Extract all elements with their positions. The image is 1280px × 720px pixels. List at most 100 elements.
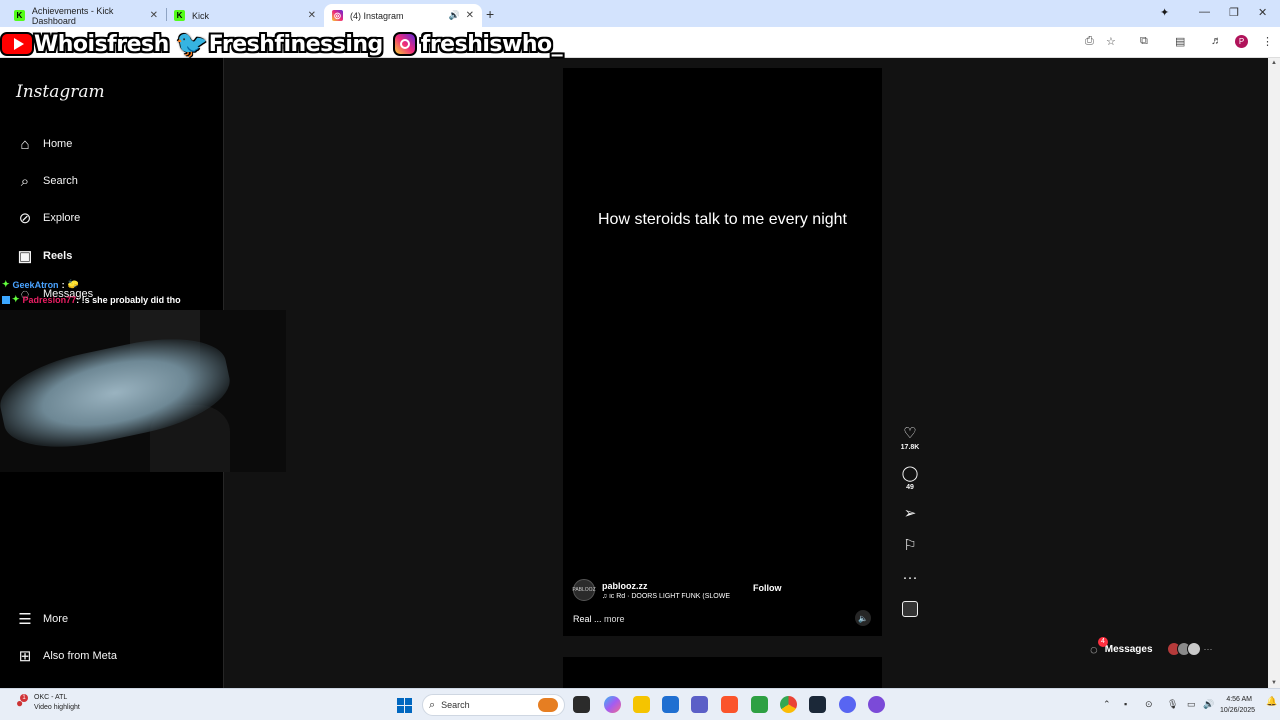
gemini-icon[interactable]: ✦ <box>1160 6 1169 19</box>
reel-video[interactable]: How steroids talk to me every night PABL… <box>563 68 882 636</box>
close-tab-icon[interactable]: ✕ <box>150 10 158 21</box>
microsoft-store-icon[interactable] <box>662 696 679 713</box>
browser-tab-bar: K Achievements - Kick Dashboard ✕ K Kick… <box>0 0 1280 27</box>
stream-social-banner: Whoisfresh 🐦 Freshfinessing freshiswho_ <box>0 29 564 59</box>
taskbar-search[interactable]: ⌕ Search <box>422 694 565 716</box>
instagram-logo[interactable]: Instagram <box>16 82 105 102</box>
widgets-button[interactable]: ● 1 OKC - ATL Video highlight <box>16 693 80 713</box>
tab-instagram[interactable]: ◎ (4) Instagram 🔊 ✕ <box>324 4 482 27</box>
bookmark-star-icon[interactable]: ☆ <box>1106 35 1116 48</box>
new-tab-button[interactable]: + <box>486 6 494 22</box>
home-icon: ⌂ <box>20 135 30 153</box>
nav-explore[interactable]: ⊘ Explore <box>16 206 81 230</box>
chat-separator: : <box>61 279 65 290</box>
messages-label: Messages <box>1104 643 1153 655</box>
tab-kick-dashboard[interactable]: K Achievements - Kick Dashboard ✕ <box>6 4 166 27</box>
profile-avatar[interactable]: P <box>1235 35 1248 48</box>
next-reel-video[interactable] <box>563 657 882 688</box>
audio-thumbnail[interactable] <box>902 601 918 617</box>
page-scrollbar[interactable]: ▲ ▼ <box>1268 58 1280 688</box>
comment-icon[interactable]: ◯ <box>902 465 919 483</box>
install-app-icon[interactable]: ⎙ <box>1085 35 1094 48</box>
taskbar-search-label: Search <box>441 700 470 710</box>
badge-icon <box>2 295 10 304</box>
messages-widget[interactable]: ◌ 4 Messages ··· <box>1090 636 1240 662</box>
save-bookmark-icon[interactable]: ⚐ <box>903 537 916 555</box>
start-button[interactable] <box>397 698 412 713</box>
nav-also-from-meta[interactable]: ⊞ Also from Meta <box>16 644 117 668</box>
nav-more-label: More <box>43 613 69 625</box>
tray-app-icon[interactable]: ▪ <box>1124 699 1127 709</box>
tab-title: Achievements - Kick Dashboard <box>31 5 114 26</box>
instagram-icon: ◎ <box>332 10 343 21</box>
display-icon[interactable]: ▭ <box>1187 699 1196 710</box>
tab-title: Kick <box>192 10 210 21</box>
contact-avatar <box>1186 642 1201 656</box>
follow-button[interactable]: Follow <box>753 583 782 593</box>
close-window-icon[interactable]: ✕ <box>1258 6 1267 19</box>
tray-overflow-icon[interactable]: ⌃ <box>1103 699 1111 710</box>
comment-count: 49 <box>906 484 914 491</box>
kick-icon: K <box>174 10 185 21</box>
tray-network-app-icon[interactable]: ⊙ <box>1145 699 1153 710</box>
chat-message: ✦ GeekAtron : 🧽 <box>2 279 181 290</box>
windows-taskbar: ● 1 OKC - ATL Video highlight ⌕ Search ⌃… <box>0 688 1280 720</box>
media-controls-icon[interactable]: ♬ <box>1211 35 1222 47</box>
streamer-webcam <box>0 310 286 472</box>
reel-audio[interactable]: ♫ ic Rd · DOORS LIGHT FUNK (SLOWE <box>602 593 736 600</box>
reels-icon: ▣ <box>17 248 33 265</box>
extensions-icon[interactable]: ⧉ <box>1140 35 1148 48</box>
close-tab-icon[interactable]: ✕ <box>466 10 474 21</box>
nav-search[interactable]: ⌕ Search <box>16 169 78 193</box>
like-heart-icon[interactable]: ♡ <box>903 425 916 443</box>
copilot-icon[interactable] <box>604 696 621 713</box>
task-view-icon[interactable] <box>573 696 590 713</box>
nav-reels[interactable]: ▣ Reels <box>16 244 72 268</box>
system-clock[interactable]: 4:56 AM 10/26/2025 <box>1220 694 1256 716</box>
tab-kick[interactable]: K Kick ✕ <box>166 4 324 27</box>
author-avatar[interactable]: PABLOOZ <box>572 579 596 601</box>
badge-icon: ✦ <box>2 279 10 289</box>
messenger-icon: ◌ 4 <box>1090 636 1108 657</box>
volume-icon[interactable]: 🔈 <box>855 610 871 626</box>
file-explorer-icon[interactable] <box>633 696 650 713</box>
nav-meta-label: Also from Meta <box>43 650 117 662</box>
obs-app-icon[interactable] <box>868 696 885 713</box>
chrome-icon[interactable] <box>780 696 797 713</box>
like-count: 17.8K <box>900 444 920 451</box>
compass-icon: ⊘ <box>18 210 32 227</box>
nav-reels-label: Reels <box>43 250 73 262</box>
instagram-icon <box>392 32 417 56</box>
nav-explore-label: Explore <box>43 212 81 224</box>
maximize-icon[interactable]: ❐ <box>1229 6 1239 19</box>
sidebar-icon[interactable]: ▤ <box>1175 35 1185 48</box>
teams-icon[interactable] <box>691 696 708 713</box>
kick-app-icon[interactable] <box>751 696 768 713</box>
more-menu-icon[interactable]: ⋮ <box>1262 35 1273 48</box>
author-username[interactable]: pablooz.zz <box>602 581 736 591</box>
reel-caption-text: How steroids talk to me every night <box>598 211 847 228</box>
more-options-icon[interactable]: ··· <box>903 569 918 587</box>
nav-more[interactable]: ☰ More <box>16 607 68 631</box>
close-tab-icon[interactable]: ✕ <box>308 10 316 21</box>
microphone-icon[interactable]: 🎙 <box>1167 699 1178 710</box>
notifications-icon[interactable]: 🔔 <box>1266 696 1277 707</box>
scroll-down-icon[interactable]: ▼ <box>1271 680 1277 686</box>
search-icon: ⌕ <box>429 698 436 711</box>
youtube-handle: Whoisfresh <box>34 31 169 57</box>
widget-subtitle: Video highlight <box>34 704 80 711</box>
scroll-up-icon[interactable]: ▲ <box>1271 60 1277 66</box>
more-link[interactable]: more <box>604 614 625 624</box>
brave-icon[interactable] <box>721 696 738 713</box>
chat-text: : !s she probably did tho <box>76 294 181 305</box>
volume-icon[interactable]: 🔊 <box>1203 699 1214 710</box>
discord-icon[interactable] <box>839 696 856 713</box>
stream-chat-overlay: ✦ GeekAtron : 🧽 ✦ Padresion77 : !s she p… <box>2 279 181 305</box>
widget-title: OKC - ATL <box>34 694 68 701</box>
steam-icon[interactable] <box>809 696 826 713</box>
share-icon[interactable]: ➢ <box>904 505 917 523</box>
minimize-icon[interactable]: — <box>1199 6 1210 18</box>
clock-date: 10/26/2025 <box>1220 707 1256 714</box>
speaker-icon[interactable]: 🔊 <box>449 10 460 21</box>
nav-home[interactable]: ⌂ Home <box>16 132 72 156</box>
